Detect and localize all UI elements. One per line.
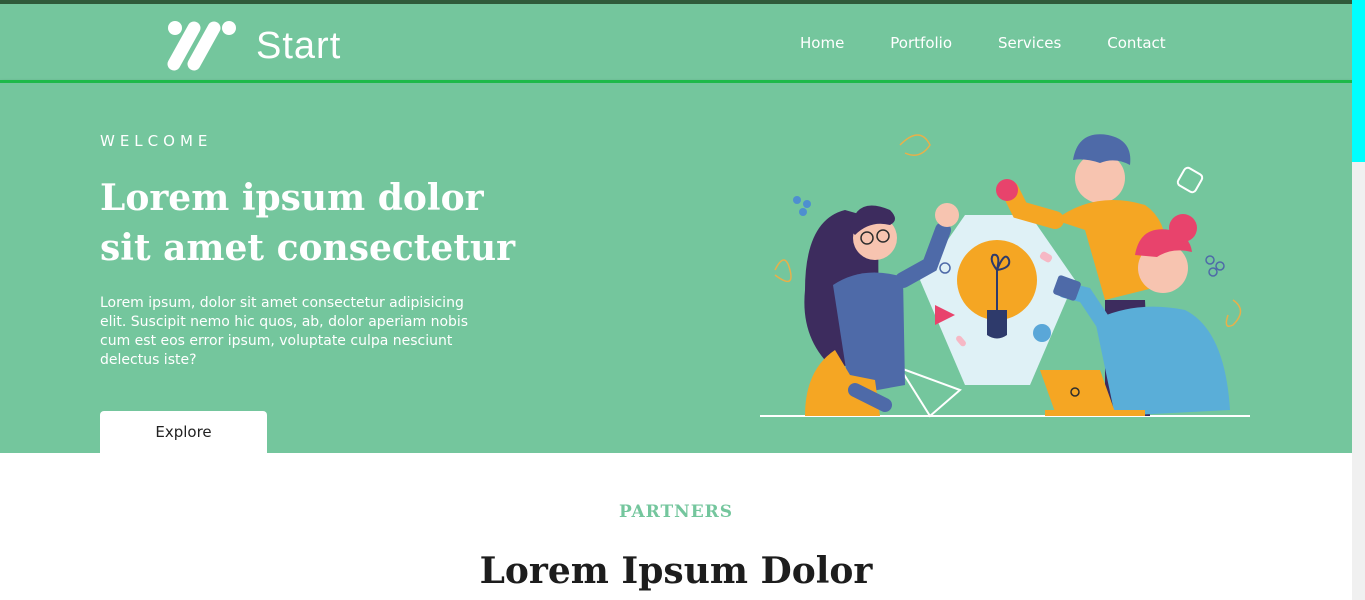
nav-home-link[interactable]: Home <box>800 34 844 52</box>
brand-logo[interactable]: Start <box>166 18 341 74</box>
partners-label: PARTNERS <box>618 502 734 522</box>
nav-portfolio-link[interactable]: Portfolio <box>890 34 952 52</box>
team-lightbulb-illustration <box>760 134 1250 418</box>
slash-marks-logo-icon <box>167 21 236 71</box>
page-scrollbar[interactable] <box>1352 0 1365 600</box>
navbar: Start Home Portfolio Services Contact <box>0 4 1352 82</box>
nav-contact-link[interactable]: Contact <box>1107 34 1165 52</box>
main-nav: Home Portfolio Services Contact <box>800 34 1212 52</box>
partners-title: Lorem Ipsum Dolor <box>479 550 873 592</box>
nav-services-link[interactable]: Services <box>998 34 1061 52</box>
brand-name: Start <box>256 24 342 67</box>
hero-headline: Lorem ipsum dolor sit amet consectetur <box>100 177 516 269</box>
scrollbar-thumb[interactable] <box>1352 0 1365 162</box>
hero-body-text: Lorem ipsum, dolor sit amet consectetur … <box>100 295 469 368</box>
hero-eyebrow: WELCOME <box>100 132 213 150</box>
explore-button[interactable]: Explore <box>100 411 267 453</box>
